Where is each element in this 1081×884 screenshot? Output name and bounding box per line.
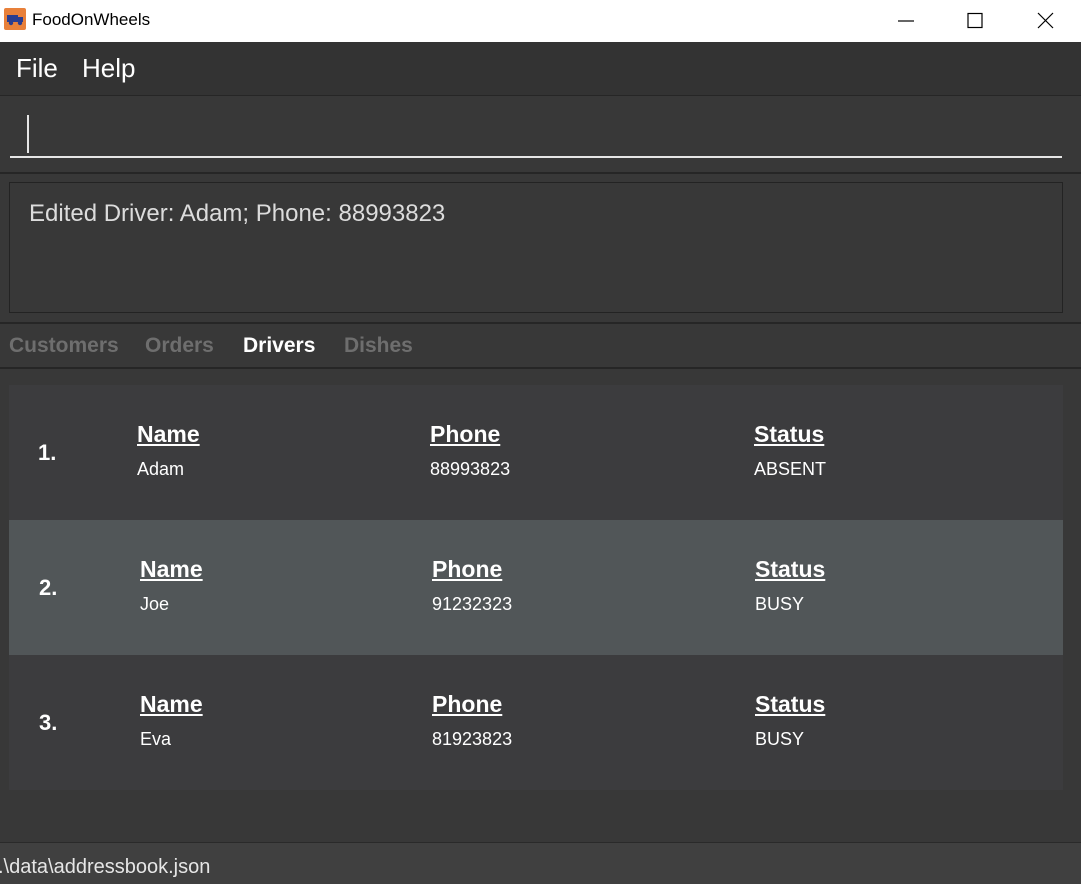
driver-status: ABSENT (754, 459, 827, 479)
result-display: Edited Driver: Adam; Phone: 88993823 (9, 182, 1063, 313)
list-item[interactable]: 1. Name Adam Phone 88993823 Status ABSEN… (9, 385, 1063, 520)
row-index: 1. (38, 440, 57, 465)
row-index: 3. (39, 710, 58, 735)
truck-icon (4, 8, 26, 30)
result-message: Edited Driver: Adam; Phone: 88993823 (29, 200, 446, 227)
driver-list[interactable]: 1. Name Adam Phone 88993823 Status ABSEN… (9, 385, 1063, 790)
status-label: Status (755, 556, 826, 582)
list-item-selected[interactable]: 2. Name Joe Phone 91232323 Status BUSY (9, 520, 1063, 655)
text-caret (27, 115, 29, 153)
name-label: Name (140, 691, 203, 717)
status-label: Status (754, 421, 825, 447)
status-bar: .\data\addressbook.json (0, 842, 1081, 884)
phone-label: Phone (432, 556, 503, 582)
menu-help[interactable]: Help (82, 53, 135, 83)
maximize-button[interactable] (952, 0, 998, 40)
driver-phone: 81923823 (432, 729, 513, 749)
driver-phone: 88993823 (430, 459, 511, 479)
close-icon (1037, 12, 1054, 29)
tab-dishes[interactable]: Dishes (344, 334, 413, 358)
close-button[interactable] (1022, 0, 1068, 40)
menu-bar: File Help (0, 42, 1081, 96)
name-label: Name (137, 421, 200, 447)
tab-drivers[interactable]: Drivers (243, 334, 315, 358)
driver-name: Joe (140, 594, 170, 614)
minimize-icon (898, 20, 914, 22)
phone-label: Phone (430, 421, 501, 447)
tab-customers[interactable]: Customers (9, 334, 119, 358)
driver-status: BUSY (755, 594, 805, 614)
command-box (0, 96, 1081, 174)
driver-phone: 91232323 (432, 594, 513, 614)
status-label: Status (755, 691, 826, 717)
name-label: Name (140, 556, 203, 582)
menu-file[interactable]: File (16, 53, 58, 83)
maximize-icon (967, 12, 983, 29)
minimize-button[interactable] (883, 0, 929, 40)
tab-bar: Customers Orders Drivers Dishes (0, 324, 1081, 369)
window-title: FoodOnWheels (32, 10, 151, 29)
data-file-path: .\data\addressbook.json (0, 856, 211, 878)
list-item[interactable]: 3. Name Eva Phone 81923823 Status BUSY (9, 655, 1063, 790)
row-index: 2. (39, 575, 58, 600)
title-bar: FoodOnWheels (0, 0, 1081, 42)
driver-name: Adam (137, 459, 185, 479)
driver-status: BUSY (755, 729, 805, 749)
command-input[interactable] (10, 114, 1062, 158)
phone-label: Phone (432, 691, 503, 717)
tab-orders[interactable]: Orders (145, 334, 214, 358)
driver-name: Eva (140, 729, 172, 749)
